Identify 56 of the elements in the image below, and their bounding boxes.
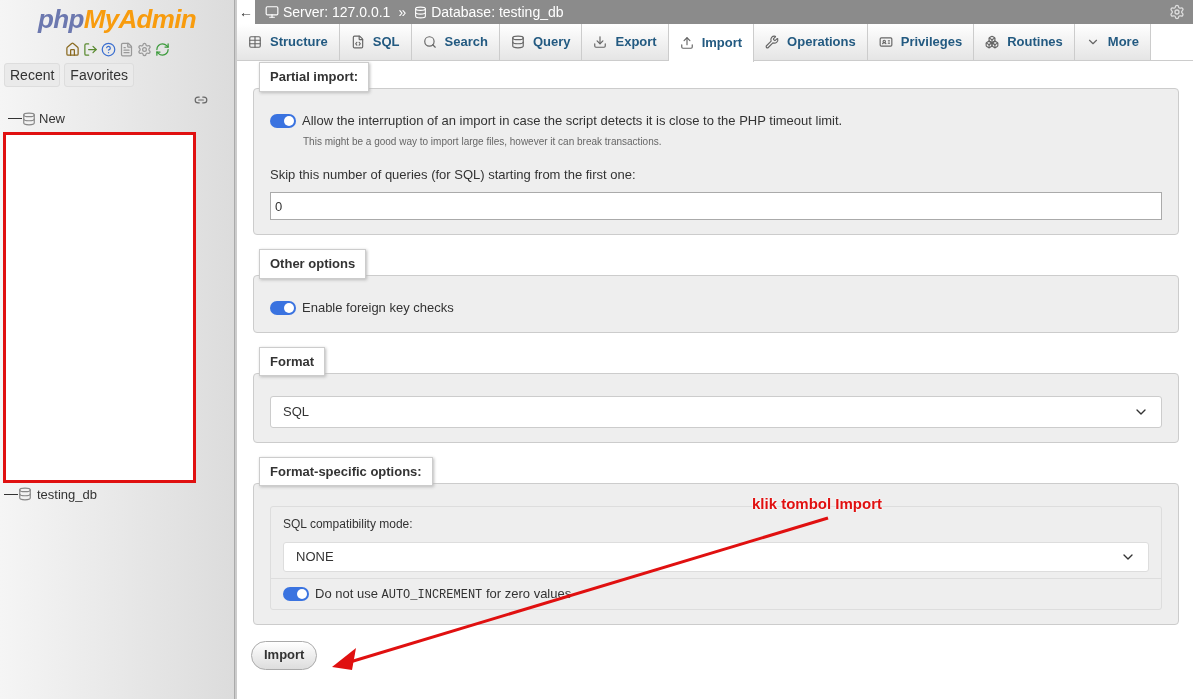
back-button[interactable]: ← xyxy=(237,0,255,24)
logo[interactable]: phpMyAdmin xyxy=(0,4,234,34)
toggle-switch[interactable] xyxy=(270,300,296,315)
link-icon[interactable] xyxy=(194,93,208,107)
reload-icon[interactable] xyxy=(154,42,170,57)
tab-icon xyxy=(248,35,262,49)
input-field[interactable]: 0 xyxy=(270,192,1162,220)
breadcrumb-separator: » xyxy=(398,2,407,22)
tab-icon xyxy=(985,35,1000,49)
nav-tab[interactable]: More xyxy=(1074,24,1151,60)
tab-icon xyxy=(765,35,780,49)
nav-tab[interactable]: Structure xyxy=(237,24,340,60)
tree-item[interactable]: testing_db xyxy=(37,484,97,504)
tab-icon xyxy=(878,35,893,49)
toggle-switch[interactable] xyxy=(270,113,296,128)
exit-icon[interactable] xyxy=(82,42,98,57)
tab-icon xyxy=(350,35,365,49)
section-legend: Format-specific options: xyxy=(259,456,433,486)
annotation-label: klik tombol Import xyxy=(752,494,882,514)
tab-icon xyxy=(510,35,525,49)
tab-icon xyxy=(422,35,437,49)
nav-tab[interactable]: Export xyxy=(582,24,669,60)
section-legend: Format xyxy=(259,346,326,376)
document-icon[interactable] xyxy=(118,42,134,57)
nav-tab[interactable]: Query xyxy=(499,24,583,60)
nav-tab[interactable]: Routines xyxy=(974,24,1075,60)
field-label: SQL compatibility mode: xyxy=(283,515,414,533)
section-legend: Other options xyxy=(259,249,367,279)
nav-tab[interactable]: Operations xyxy=(754,24,868,60)
nav-tab[interactable]: Import xyxy=(668,24,755,62)
option-label: Allow the interruption of an import in case the script detects it is close to the PHP timeout limit. xyxy=(302,112,843,130)
settings-icon[interactable] xyxy=(136,42,152,57)
database-icon xyxy=(22,111,36,126)
home-icon[interactable] xyxy=(64,42,80,57)
field-label: Skip this number of queries (for SQL) starting from the first one: xyxy=(270,165,637,184)
server-icon xyxy=(265,5,279,19)
hint-text: This might be a good way to import large files, however it can break transactions. xyxy=(303,134,663,149)
format-select[interactable]: SQL xyxy=(270,395,1162,428)
tab-icon xyxy=(593,35,608,49)
tree-item[interactable]: New xyxy=(39,109,65,129)
breadcrumb-link[interactable]: Database: testing_db xyxy=(431,1,564,23)
sidebar-tab[interactable]: Recent xyxy=(4,63,61,87)
compatibility-select[interactable]: NONE xyxy=(283,541,1149,572)
help-icon[interactable] xyxy=(100,42,116,57)
section-legend: Partial import: xyxy=(259,62,370,92)
nav-tab[interactable]: Privileges xyxy=(867,24,975,60)
breadcrumb-link[interactable]: Server: 127.0.0.1 xyxy=(283,1,391,23)
nav-tab[interactable]: SQL xyxy=(339,24,412,60)
sidebar-tab[interactable]: Favorites xyxy=(64,63,134,87)
import-button[interactable]: Import xyxy=(251,640,318,670)
option-label: Enable foreign key checks xyxy=(302,299,454,317)
database-icon xyxy=(18,487,32,502)
tab-icon xyxy=(679,36,694,50)
toggle-switch[interactable] xyxy=(283,586,309,601)
nav-tab[interactable]: Search xyxy=(411,24,500,60)
database-icon xyxy=(414,5,428,19)
